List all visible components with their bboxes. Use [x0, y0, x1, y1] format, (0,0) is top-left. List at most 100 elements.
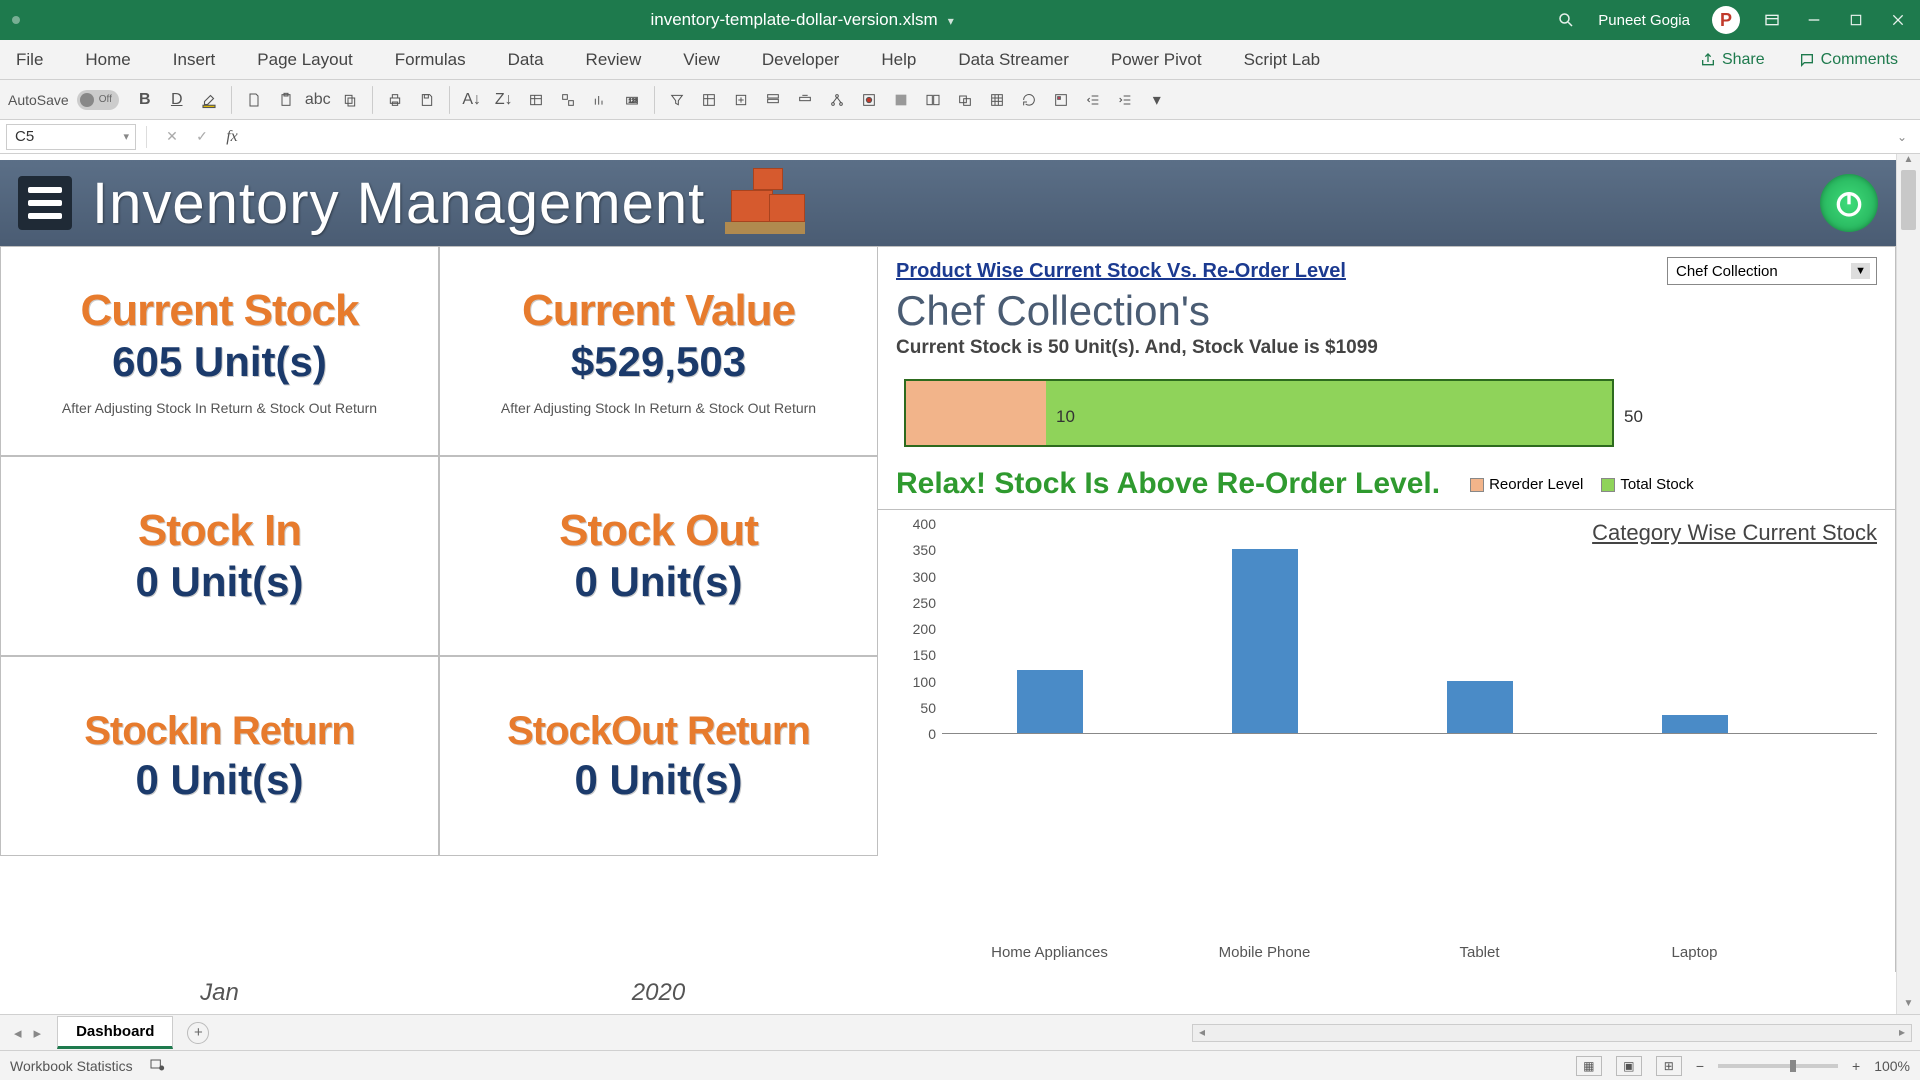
tab-script-lab[interactable]: Script Lab [1240, 44, 1325, 76]
normal-view-icon[interactable]: ▦ [1576, 1056, 1602, 1076]
record-macro-icon[interactable] [855, 86, 883, 114]
power-button[interactable] [1820, 174, 1878, 232]
tab-nav-next-icon[interactable]: ▸ [28, 1024, 48, 1042]
add-sheet-button[interactable]: + [187, 1022, 209, 1044]
close-icon[interactable] [1888, 10, 1908, 30]
insert-row-icon[interactable] [759, 86, 787, 114]
tab-view[interactable]: View [679, 44, 724, 76]
product-dropdown[interactable]: Chef Collection [1667, 257, 1877, 285]
macro-record-icon[interactable] [149, 1056, 165, 1075]
panel-stockin-return: StockIn Return 0 Unit(s) [0, 656, 439, 856]
tab-file[interactable]: File [12, 44, 47, 76]
boxes-icon [725, 172, 805, 234]
file-name: inventory-template-dollar-version.xlsm [651, 10, 938, 30]
zoom-in-icon[interactable]: + [1852, 1058, 1860, 1074]
zoom-slider[interactable] [1718, 1064, 1838, 1068]
reorder-value-label: 10 [1056, 407, 1075, 427]
vertical-scrollbar[interactable]: ▲ ▼ [1896, 154, 1920, 1014]
y-tick-label: 350 [913, 542, 936, 558]
data-types-icon[interactable]: 123 [618, 86, 646, 114]
switch-win-icon[interactable] [951, 86, 979, 114]
arrange-icon[interactable] [919, 86, 947, 114]
conditional-fmt-icon[interactable] [1047, 86, 1075, 114]
format-icon[interactable] [983, 86, 1011, 114]
panel-title: StockIn Return [84, 709, 354, 754]
tab-review[interactable]: Review [582, 44, 646, 76]
tab-home[interactable]: Home [81, 44, 134, 76]
tab-insert[interactable]: Insert [169, 44, 220, 76]
pivot-icon[interactable] [554, 86, 582, 114]
name-box[interactable]: C5 [6, 124, 136, 150]
chart-icon[interactable] [586, 86, 614, 114]
search-icon[interactable] [1556, 10, 1576, 30]
tab-formulas[interactable]: Formulas [391, 44, 470, 76]
chart-bar [1232, 549, 1298, 733]
panel-stock-in: Stock In 0 Unit(s) [0, 456, 439, 656]
window-titlebar: inventory-template-dollar-version.xlsm P… [0, 0, 1920, 40]
worksheet-area[interactable]: Inventory Management Current Stock 605 U… [0, 154, 1920, 1014]
menu-icon[interactable] [18, 176, 72, 230]
save-icon[interactable] [413, 86, 441, 114]
zoom-out-icon[interactable]: − [1696, 1058, 1704, 1074]
panel-title: Stock In [138, 506, 301, 556]
underline-icon[interactable]: D [163, 86, 191, 114]
tab-help[interactable]: Help [877, 44, 920, 76]
product-stock-link[interactable]: Product Wise Current Stock Vs. Re-Order … [896, 260, 1346, 283]
table-icon[interactable] [522, 86, 550, 114]
indent-icon[interactable] [1111, 86, 1139, 114]
sort-asc-icon[interactable]: A↓ [458, 86, 486, 114]
x-category-label: Mobile Phone [1219, 944, 1311, 961]
copy-icon[interactable] [336, 86, 364, 114]
minimize-icon[interactable] [1804, 10, 1824, 30]
outdent-icon[interactable] [1079, 86, 1107, 114]
page-break-view-icon[interactable]: ⊞ [1656, 1056, 1682, 1076]
refresh-icon[interactable] [1015, 86, 1043, 114]
comments-button[interactable]: Comments [1789, 47, 1908, 73]
formula-input[interactable] [247, 124, 1890, 150]
x-category-label: Home Appliances [991, 944, 1108, 961]
new-file-icon[interactable] [240, 86, 268, 114]
tab-data[interactable]: Data [504, 44, 548, 76]
zoom-level[interactable]: 100% [1874, 1058, 1910, 1074]
fx-icon[interactable]: fx [221, 126, 243, 148]
sort-desc-icon[interactable]: Z↓ [490, 86, 518, 114]
tab-page-layout[interactable]: Page Layout [253, 44, 356, 76]
fill-color-icon[interactable] [195, 86, 223, 114]
autosave-toggle[interactable]: Off [77, 90, 119, 110]
horizontal-scrollbar[interactable] [1192, 1024, 1912, 1042]
tab-data-streamer[interactable]: Data Streamer [954, 44, 1073, 76]
formula-cancel-icon[interactable]: ✕ [161, 126, 183, 148]
y-tick-label: 50 [920, 700, 936, 716]
print-icon[interactable] [381, 86, 409, 114]
tab-developer[interactable]: Developer [758, 44, 844, 76]
freeze-panes-icon[interactable] [695, 86, 723, 114]
dashboard-header: Inventory Management [0, 160, 1896, 246]
formula-enter-icon[interactable]: ✓ [191, 126, 213, 148]
customize-qat-icon[interactable]: ▾ [1143, 86, 1171, 114]
x-category-label: Tablet [1459, 944, 1499, 961]
y-tick-label: 100 [913, 674, 936, 690]
panel-note: After Adjusting Stock In Return & Stock … [62, 400, 377, 416]
page-layout-view-icon[interactable]: ▣ [1616, 1056, 1642, 1076]
insert-sheet-icon[interactable] [727, 86, 755, 114]
panel-value: 0 Unit(s) [575, 756, 743, 804]
product-subtext: Current Stock is 50 Unit(s). And, Stock … [896, 337, 1877, 359]
tab-power-pivot[interactable]: Power Pivot [1107, 44, 1206, 76]
tab-nav-prev-icon[interactable]: ◂ [8, 1024, 28, 1042]
share-button[interactable]: Share [1690, 47, 1775, 73]
maximize-icon[interactable] [1846, 10, 1866, 30]
delete-row-icon[interactable] [791, 86, 819, 114]
formula-expand-icon[interactable]: ⌄ [1890, 130, 1914, 144]
user-avatar[interactable]: P [1712, 6, 1740, 34]
status-text[interactable]: Workbook Statistics [10, 1058, 133, 1074]
sheet-tab-dashboard[interactable]: Dashboard [57, 1016, 173, 1049]
spellcheck-icon[interactable]: abc [304, 86, 332, 114]
stock-vs-reorder-bar: 10 50 [904, 369, 1877, 455]
ribbon-display-icon[interactable] [1762, 10, 1782, 30]
split-icon[interactable] [887, 86, 915, 114]
bold-icon[interactable]: B [131, 86, 159, 114]
filename-caret-icon[interactable] [944, 10, 954, 30]
paste-icon[interactable] [272, 86, 300, 114]
hierarchy-icon[interactable] [823, 86, 851, 114]
filter-icon[interactable] [663, 86, 691, 114]
